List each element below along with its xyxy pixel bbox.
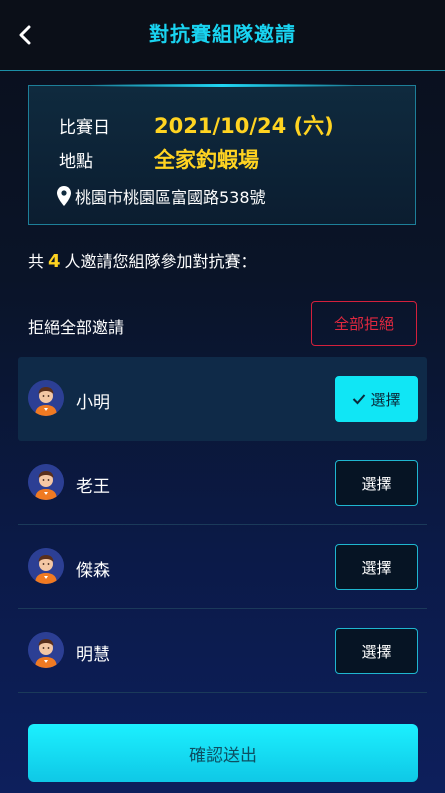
place-value: 全家釣蝦場: [154, 148, 259, 172]
place-label: 地點: [59, 151, 93, 172]
address-text: 桃園市桃園區富國路538號: [75, 188, 266, 207]
player-row[interactable]: 老王 選擇: [18, 441, 427, 525]
date-row: 比賽日 2021/10/24 (六): [59, 110, 334, 140]
player-row[interactable]: 傑森 選擇: [18, 525, 427, 609]
reject-all-label: 拒絕全部邀請: [28, 318, 125, 337]
select-button[interactable]: 選擇: [335, 628, 418, 674]
event-info-card: 比賽日 2021/10/24 (六) 地點 全家釣蝦場 桃園市桃園區富國路538…: [28, 84, 416, 225]
header-bar: 對抗賽組隊邀請: [0, 0, 445, 71]
player-name: 小明: [76, 393, 110, 413]
select-button-label: 選擇: [370, 390, 401, 409]
invite-summary: 共 4 人邀請您組隊參加對抗賽：: [28, 248, 257, 272]
avatar: [28, 380, 64, 416]
date-value: 2021/10/24 (六): [154, 114, 334, 138]
location-pin-icon: [57, 186, 71, 206]
place-row: 地點 全家釣蝦場: [59, 144, 259, 174]
player-name: 老王: [76, 477, 110, 497]
player-list: 小明 選擇 老王 選擇 傑森 選擇 明慧 選擇: [18, 357, 427, 693]
avatar: [28, 632, 64, 668]
player-row[interactable]: 明慧 選擇: [18, 609, 427, 693]
select-button[interactable]: 選擇: [335, 460, 418, 506]
select-button[interactable]: 選擇: [335, 376, 418, 422]
date-label: 比賽日: [59, 117, 110, 138]
card-glow: [89, 84, 355, 87]
player-name: 明慧: [76, 645, 110, 665]
player-row[interactable]: 小明 選擇: [18, 357, 427, 441]
invite-suffix: 人邀請您組隊參加對抗賽：: [64, 252, 257, 271]
avatar: [28, 464, 64, 500]
confirm-submit-button[interactable]: 確認送出: [28, 724, 418, 782]
page-title: 對抗賽組隊邀請: [149, 22, 296, 46]
player-name: 傑森: [76, 561, 110, 581]
select-button[interactable]: 選擇: [335, 544, 418, 590]
check-icon: [353, 394, 366, 405]
reject-all-button[interactable]: 全部拒絕: [311, 301, 417, 346]
avatar: [28, 548, 64, 584]
address-row: 桃園市桃園區富國路538號: [57, 184, 266, 208]
invite-count: 4: [48, 251, 61, 272]
invite-prefix: 共: [28, 252, 45, 271]
